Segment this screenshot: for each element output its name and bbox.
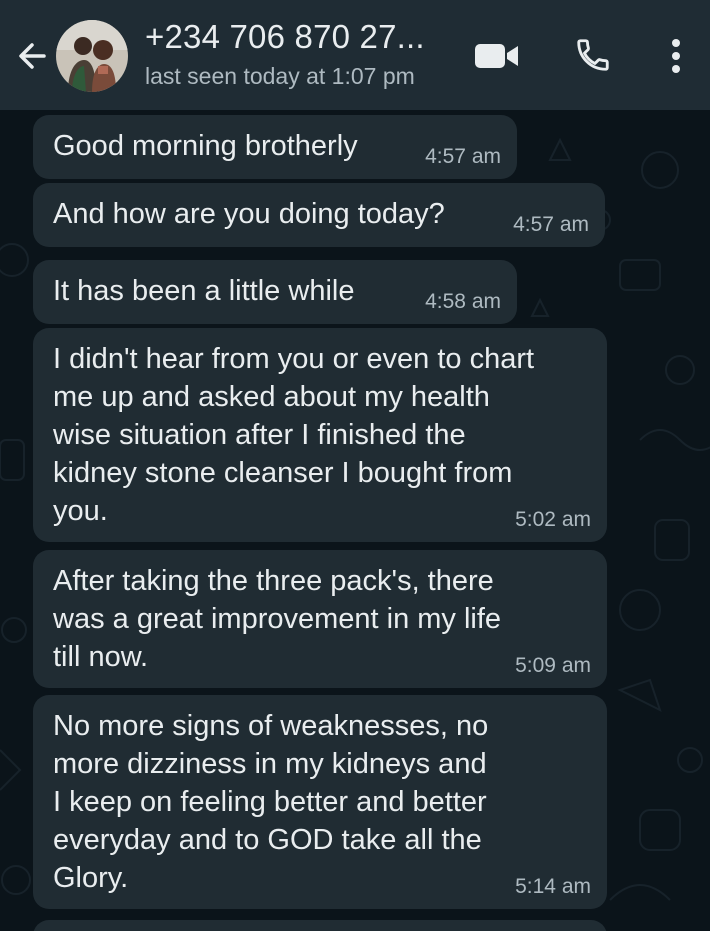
message-time: 5:14 am	[515, 875, 591, 898]
message-text: And how are you doing today?	[53, 198, 445, 230]
contact-avatar[interactable]	[56, 20, 128, 92]
message-bubble[interactable]: Good morning brotherly 4:57 am	[33, 115, 517, 179]
video-call-icon[interactable]	[474, 40, 520, 72]
message-bubble[interactable]: It has been a little while 4:58 am	[33, 260, 517, 324]
message-line: more dizziness in my kidneys and	[53, 748, 487, 780]
message-time: 4:57 am	[425, 145, 501, 168]
message-line: kidney stone cleanser I bought from	[53, 457, 513, 489]
message-bubble[interactable]: I didn't hear from you or even to chart …	[33, 328, 607, 542]
last-seen-status: last seen today at 1:07 pm	[145, 63, 415, 89]
message-bubble[interactable]: And how are you doing today? 4:57 am	[33, 183, 605, 247]
message-line: I didn't hear from you or even to chart	[53, 343, 535, 375]
more-options-icon[interactable]	[668, 36, 684, 76]
message-text: Good morning brotherly	[53, 130, 358, 162]
message-list[interactable]: Good morning brotherly 4:57 am And how a…	[0, 110, 710, 931]
message-line: After taking the three pack's, there	[53, 565, 494, 597]
message-text: No more signs of weaknesses, no more diz…	[53, 707, 613, 897]
message-time: 4:58 am	[425, 290, 501, 313]
message-time: 4:57 am	[513, 213, 589, 236]
message-line: No more signs of weaknesses, no	[53, 710, 489, 742]
back-arrow-icon[interactable]	[14, 36, 54, 76]
message-text: It has been a little while	[53, 275, 355, 307]
message-line: I keep on feeling better and better	[53, 786, 487, 818]
message-line: wise situation after I finished the	[53, 419, 466, 451]
message-line: everyday and to GOD take all the	[53, 824, 482, 856]
message-bubble[interactable]: After taking the three pack's, there was…	[33, 550, 607, 688]
message-time: 5:09 am	[515, 654, 591, 677]
message-bubble[interactable]: No more signs of weaknesses, no more diz…	[33, 695, 607, 909]
chat-header: +234 706 870 27... last seen today at 1:…	[0, 0, 710, 110]
message-line: me up and asked about my health	[53, 381, 490, 413]
contact-name[interactable]: +234 706 870 27...	[145, 18, 425, 56]
message-time: 5:02 am	[515, 508, 591, 531]
message-bubble-partial[interactable]	[33, 920, 607, 931]
message-line: was a great improvement in my life	[53, 603, 502, 635]
voice-call-icon[interactable]	[574, 36, 612, 74]
message-text: I didn't hear from you or even to chart …	[53, 340, 613, 530]
